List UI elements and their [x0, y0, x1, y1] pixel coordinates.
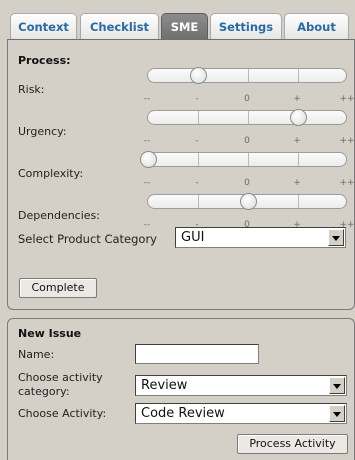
slider-row-risk: Risk: -- -0 + ++	[8, 67, 355, 112]
dependencies-slider-thumb[interactable]	[240, 193, 257, 210]
new-issue-title: New Issue	[18, 327, 82, 340]
slider-tick	[248, 69, 249, 82]
slider-tick	[198, 111, 199, 124]
sme-sidebar: Context Checklist SME Settings About Pro…	[0, 0, 355, 460]
scale-label: --	[143, 94, 151, 104]
activity-category-select[interactable]: Review	[135, 375, 347, 396]
scale-label: +	[293, 178, 301, 188]
scale-label: 0	[244, 94, 250, 104]
slider-tick	[198, 153, 199, 166]
slider-tick	[248, 111, 249, 124]
complexity-slider[interactable]	[140, 151, 347, 168]
tab-settings[interactable]: Settings	[210, 13, 282, 40]
scale-label: ++	[339, 178, 355, 188]
chevron-down-icon[interactable]	[329, 405, 345, 422]
slider-row-complexity: Complexity: -- -0 + ++	[8, 151, 355, 196]
activity-select[interactable]: Code Review	[135, 403, 347, 424]
risk-label: Risk:	[18, 83, 45, 96]
name-label: Name:	[18, 348, 55, 361]
urgency-slider[interactable]	[147, 109, 347, 126]
scale-label: +	[293, 136, 301, 146]
scale-label: ++	[339, 94, 355, 104]
activity-label: Choose Activity:	[18, 407, 107, 420]
name-input[interactable]	[135, 344, 259, 364]
activity-category-label: Choose activity category:	[18, 371, 103, 398]
scale-label: -	[195, 136, 199, 146]
slider-tick	[248, 153, 249, 166]
scale-label: --	[143, 178, 151, 188]
risk-slider[interactable]	[147, 67, 347, 84]
activity-category-value: Review	[141, 378, 188, 393]
tab-sme[interactable]: SME	[161, 13, 208, 40]
risk-slider-thumb[interactable]	[190, 67, 207, 84]
tab-context[interactable]: Context	[10, 13, 77, 40]
scale-label: -	[195, 178, 199, 188]
product-category-value: GUI	[181, 230, 205, 245]
slider-tick	[298, 69, 299, 82]
category-label: Select Product Category	[18, 232, 157, 246]
process-activity-button[interactable]: Process Activity	[237, 434, 348, 454]
scale-label: ++	[339, 136, 355, 146]
scale-label: --	[143, 220, 151, 230]
tab-checklist[interactable]: Checklist	[80, 13, 159, 40]
dependencies-label: Dependencies:	[18, 209, 100, 222]
complexity-slider-thumb[interactable]	[140, 151, 157, 168]
chevron-down-icon[interactable]	[329, 377, 345, 394]
tab-bar: Context Checklist SME Settings About	[10, 13, 355, 40]
slider-tick	[298, 153, 299, 166]
new-issue-panel: New Issue Name: Choose activity category…	[7, 318, 355, 460]
chevron-down-icon[interactable]	[328, 229, 344, 246]
scale-label: -	[195, 94, 199, 104]
slider-tick	[298, 195, 299, 208]
scale-label: +	[293, 94, 301, 104]
urgency-slider-thumb[interactable]	[290, 109, 307, 126]
product-category-select[interactable]: GUI	[175, 227, 346, 248]
activity-value: Code Review	[141, 406, 225, 421]
complexity-label: Complexity:	[18, 167, 84, 180]
scale-label: 0	[244, 136, 250, 146]
urgency-label: Urgency:	[18, 125, 67, 138]
slider-tick	[198, 195, 199, 208]
scale-label: --	[143, 136, 151, 146]
process-panel: Process: Risk: -- -0 + ++ Urgency: -- -0 + ++ Comp…	[7, 39, 355, 310]
complete-button[interactable]: Complete	[19, 278, 97, 298]
slider-row-urgency: Urgency: -- -0 + ++	[8, 109, 355, 154]
process-title: Process:	[18, 54, 71, 67]
tab-about[interactable]: About	[284, 13, 349, 40]
scale-label: 0	[244, 178, 250, 188]
dependencies-slider[interactable]	[147, 193, 347, 210]
